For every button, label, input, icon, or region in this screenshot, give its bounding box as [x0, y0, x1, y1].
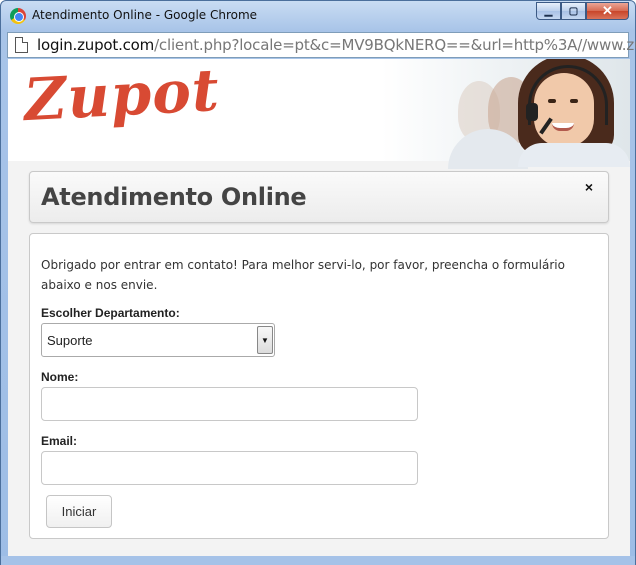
modal-title: Atendimento Online — [41, 183, 307, 211]
minimize-button[interactable]: ▁ — [536, 2, 561, 20]
url-host: login.zupot.com — [37, 36, 155, 54]
browser-window: Atendimento Online - Google Chrome ▁ ▢ ✕… — [0, 0, 636, 565]
dropdown-arrow-icon[interactable]: ▼ — [257, 326, 273, 354]
name-field[interactable] — [41, 387, 418, 421]
modal-header: Atendimento Online × — [29, 171, 609, 223]
name-label: Nome: — [41, 370, 79, 384]
restore-button[interactable]: ▢ — [561, 2, 586, 20]
window-controls: ▁ ▢ ✕ — [536, 2, 629, 21]
department-select[interactable]: Suporte ▼ — [41, 323, 275, 357]
title-bar: Atendimento Online - Google Chrome ▁ ▢ ✕ — [1, 1, 635, 31]
url-text[interactable]: login.zupot.com/client.php?locale=pt&c=M… — [37, 36, 636, 54]
page-content: Zupot Atendimento Online × Obrigado por … — [8, 59, 630, 556]
email-label: Email: — [41, 434, 78, 448]
window-bottom-frame — [1, 556, 635, 565]
agent-shirt — [518, 143, 630, 167]
url-path: /client.php?locale=pt&c=MV9BQkNERQ==&url… — [154, 36, 636, 54]
zupot-logo: Zupot — [22, 59, 222, 135]
chrome-icon — [10, 8, 26, 24]
support-agents-image — [448, 59, 630, 169]
start-chat-button[interactable]: Iniciar — [46, 495, 112, 528]
department-selected-value: Suporte — [47, 333, 93, 348]
intro-text: Obrigado por entrar em contato! Para mel… — [41, 258, 565, 292]
close-window-button[interactable]: ✕ — [586, 2, 629, 20]
department-label: Escolher Departamento: — [41, 306, 180, 320]
header-banner: Zupot — [8, 59, 630, 169]
window-title: Atendimento Online - Google Chrome — [32, 8, 258, 22]
email-field[interactable] — [41, 451, 418, 485]
headset-earpiece — [526, 103, 538, 121]
chat-form-panel: Obrigado por entrar em contato! Para mel… — [29, 233, 609, 539]
close-icon[interactable]: × — [585, 179, 593, 195]
page-icon — [15, 37, 28, 53]
address-bar[interactable]: login.zupot.com/client.php?locale=pt&c=M… — [7, 32, 636, 58]
